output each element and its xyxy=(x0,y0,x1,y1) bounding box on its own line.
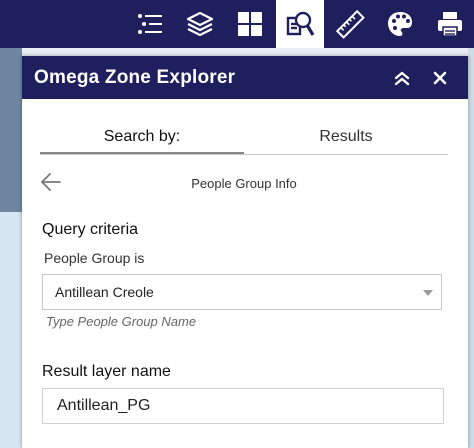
ruler-measure-icon xyxy=(335,9,365,39)
map-land-area xyxy=(0,212,22,448)
people-group-value: Antillean Creole xyxy=(55,284,154,300)
tab-search-by[interactable]: Search by: xyxy=(40,124,244,154)
panel-title: Omega Zone Explorer xyxy=(34,66,236,88)
apps-grid-button[interactable] xyxy=(226,0,274,48)
print-button[interactable] xyxy=(426,0,474,48)
result-layer-input[interactable]: Antillean_PG xyxy=(42,388,444,424)
printer-icon xyxy=(438,12,462,37)
close-icon xyxy=(433,71,447,84)
panel-header: Omega Zone Explorer xyxy=(22,56,468,99)
search-tool-button[interactable] xyxy=(276,0,324,48)
close-button[interactable] xyxy=(424,62,456,94)
back-row: People Group Info xyxy=(40,170,448,196)
result-layer-label: Result layer name xyxy=(42,363,171,380)
map-edge-area xyxy=(468,48,474,448)
widget-panel: Omega Zone Explorer Search by: Results P… xyxy=(22,56,468,448)
palette-icon xyxy=(388,12,412,36)
style-button[interactable] xyxy=(376,0,424,48)
chevron-down-icon xyxy=(423,290,433,296)
people-group-hint: Type People Group Name xyxy=(46,314,197,329)
people-group-label: People Group is xyxy=(44,250,145,266)
grid-apps-icon xyxy=(238,12,262,36)
tab-bar: Search by: Results xyxy=(40,124,448,155)
collapse-button[interactable] xyxy=(386,62,418,94)
search-document-icon xyxy=(286,11,315,36)
measure-button[interactable] xyxy=(326,0,374,48)
layer-list-icon xyxy=(138,14,162,34)
layer-list-button[interactable] xyxy=(126,0,174,48)
result-layer-value: Antillean_PG xyxy=(57,397,151,414)
layers-stack-icon xyxy=(186,11,214,37)
map-sea-area xyxy=(0,48,22,212)
layers-button[interactable] xyxy=(176,0,224,48)
double-chevron-up-icon xyxy=(394,71,410,85)
query-criteria-heading: Query criteria xyxy=(42,221,139,238)
top-toolbar xyxy=(0,0,474,48)
people-group-select[interactable]: Antillean Creole xyxy=(42,274,442,310)
subpage-title: People Group Info xyxy=(191,176,297,191)
tab-results[interactable]: Results xyxy=(244,124,448,154)
